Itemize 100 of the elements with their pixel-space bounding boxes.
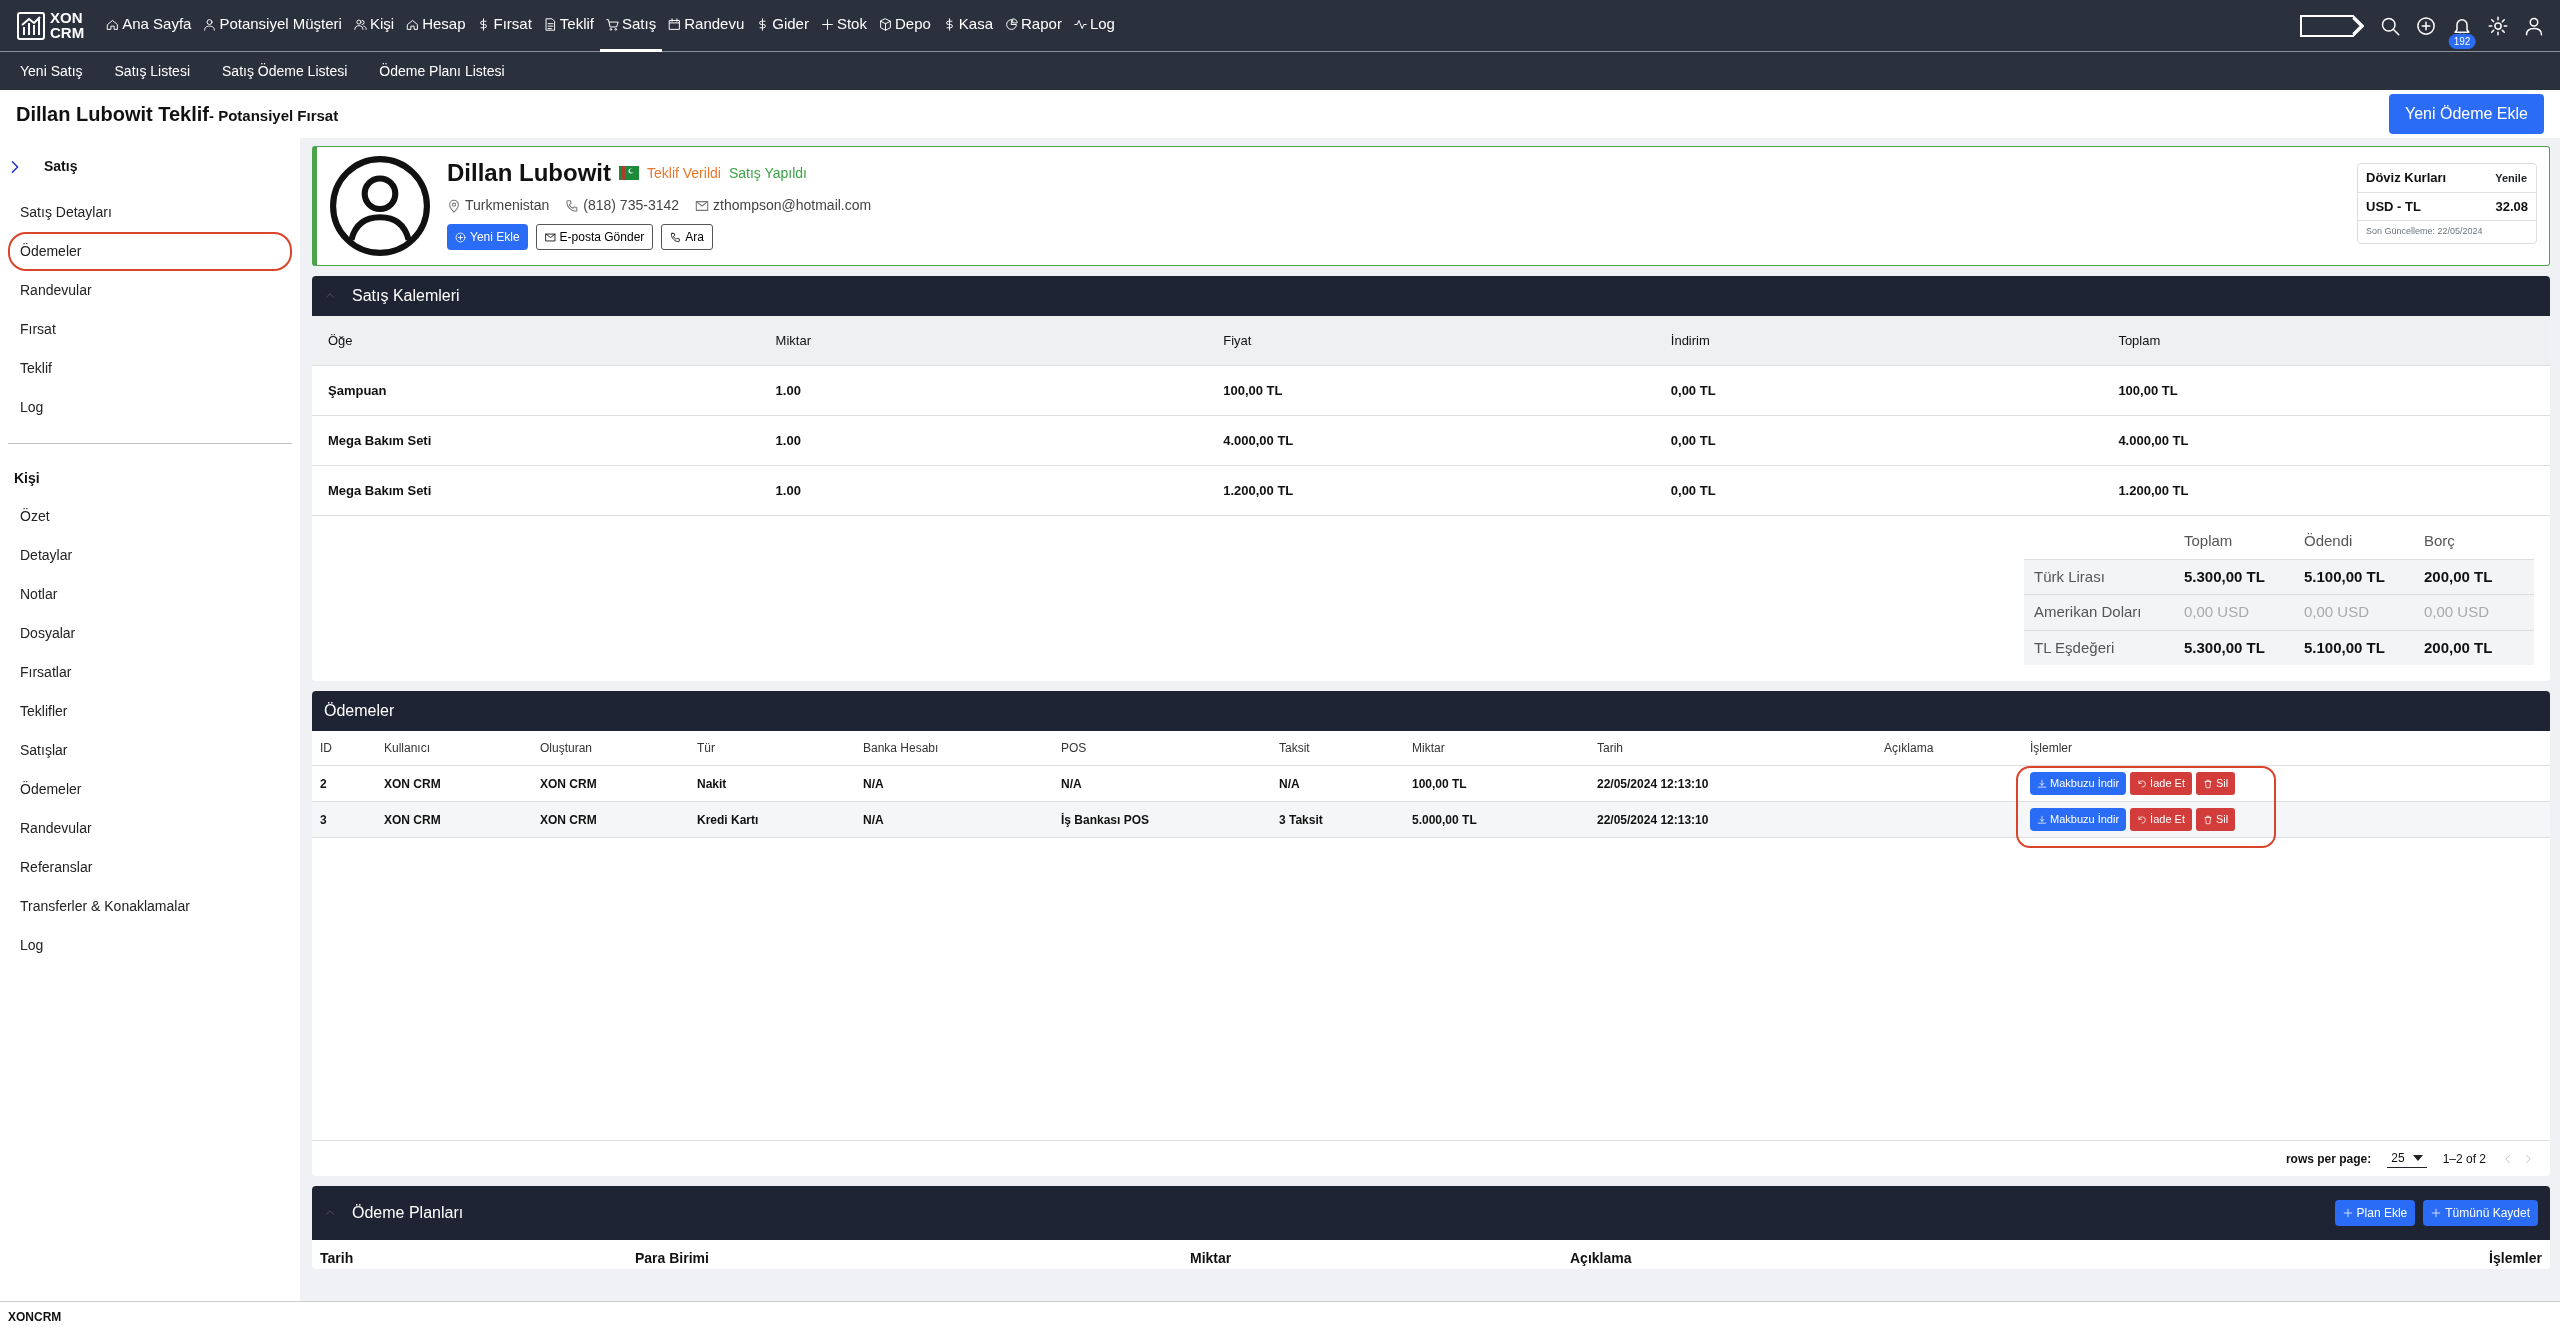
sidebar-item[interactable]: Ödemeler bbox=[8, 232, 292, 271]
phone-icon bbox=[565, 198, 580, 213]
table-cell: XON CRM bbox=[376, 765, 532, 802]
sidebar-item[interactable]: Notlar bbox=[8, 575, 292, 614]
refund-button[interactable]: İade Et bbox=[2130, 772, 2192, 795]
table-cell: Mega Bakım Seti bbox=[312, 416, 760, 466]
nav-tab[interactable]: Log bbox=[1067, 0, 1121, 52]
row-label: Amerikan Doları bbox=[2024, 594, 2174, 630]
tag-icon[interactable] bbox=[2300, 14, 2364, 37]
sidebar-item[interactable]: Teklifler bbox=[8, 692, 292, 731]
refresh-button[interactable]: Yenile bbox=[2494, 168, 2528, 187]
sidebar-item[interactable]: Özet bbox=[8, 497, 292, 536]
nav-tab[interactable]: Teklif bbox=[537, 0, 600, 52]
table-cell: 4.000,00 TL bbox=[2102, 416, 2550, 466]
call-button[interactable]: Ara bbox=[661, 224, 713, 250]
nav-tab[interactable]: Rapor bbox=[999, 0, 1068, 52]
nav-tab[interactable]: Randevu bbox=[662, 0, 751, 52]
download-icon bbox=[2037, 778, 2047, 789]
table-cell: 1.00 bbox=[759, 416, 1208, 466]
subnav-link[interactable]: Ödeme Planı Listesi bbox=[363, 60, 521, 82]
email-button[interactable]: E-posta Gönder bbox=[535, 224, 654, 250]
table-cell: 1.00 bbox=[759, 366, 1208, 416]
sidebar-item[interactable]: Log bbox=[8, 926, 292, 965]
delete-button[interactable]: Sil bbox=[2195, 772, 2236, 795]
cart-icon bbox=[606, 17, 619, 31]
nav-tab[interactable]: Stok bbox=[814, 0, 873, 52]
table-cell: 100,00 TL bbox=[1207, 366, 1655, 416]
status-label: Satış Yapıldı bbox=[728, 163, 807, 183]
column-header: Ödendi bbox=[2294, 524, 2414, 559]
cube-icon bbox=[878, 17, 892, 31]
sidebar-item[interactable]: Randevular bbox=[8, 809, 292, 848]
brand-name: XON bbox=[50, 11, 84, 26]
column-header: POS bbox=[1053, 731, 1271, 766]
undo-icon bbox=[2137, 778, 2148, 789]
caret-icon bbox=[2412, 1155, 2423, 1161]
panel-title: Satış Kalemleri bbox=[352, 286, 460, 306]
nav-tab[interactable]: Hesap bbox=[400, 0, 472, 52]
refund-button[interactable]: İade Et bbox=[2130, 808, 2192, 831]
column-header: Kullanıcı bbox=[376, 731, 532, 766]
add-icon bbox=[455, 231, 466, 243]
sidebar-item[interactable]: Log bbox=[8, 388, 292, 427]
page-size-select[interactable]: 25 bbox=[2387, 1149, 2427, 1168]
home-icon bbox=[406, 17, 420, 31]
sidebar-item[interactable]: Ödemeler bbox=[8, 770, 292, 809]
sidebar-item[interactable]: Randevular bbox=[8, 271, 292, 310]
table-cell: 22/05/2024 12:13:10 bbox=[1589, 765, 1876, 802]
column-header: Fiyat bbox=[1207, 316, 1655, 366]
page-title: Dillan Lubowit Teklif bbox=[16, 102, 209, 127]
table-cell: N/A bbox=[1053, 765, 1271, 802]
section-heading: Kişi bbox=[13, 469, 41, 488]
nav-tab[interactable]: Fırsat bbox=[471, 0, 538, 52]
pager-label: rows per page: bbox=[2285, 1150, 2372, 1168]
column-header: Miktar bbox=[759, 316, 1208, 366]
nav-tab[interactable]: Depo bbox=[872, 0, 937, 52]
sidebar-item[interactable]: Fırsatlar bbox=[8, 653, 292, 692]
sidebar-item[interactable]: Dosyalar bbox=[8, 614, 292, 653]
table-cell: 0,00 TL bbox=[1654, 416, 2103, 466]
sidebar-item[interactable]: Transferler & Konaklamalar bbox=[8, 887, 292, 926]
table-cell: 0,00 TL bbox=[1654, 366, 2103, 416]
table-cell: 5.300,00 TL bbox=[2174, 630, 2294, 665]
table-cell: 1.200,00 TL bbox=[2102, 466, 2550, 516]
column-header: Miktar bbox=[1190, 1249, 1233, 1268]
download-receipt-button[interactable]: Makbuzu İndir bbox=[2030, 772, 2127, 795]
column-header: İndirim bbox=[1654, 316, 2103, 366]
nav-tab[interactable]: Gider bbox=[750, 0, 815, 52]
subnav-link[interactable]: Satış Ödeme Listesi bbox=[206, 60, 364, 82]
add-plan-button[interactable]: Plan Ekle bbox=[2334, 1200, 2416, 1226]
nav-tab[interactable]: Kasa bbox=[936, 0, 999, 52]
save-all-button[interactable]: Tümünü Kaydet bbox=[2423, 1200, 2538, 1226]
table-cell: Nakit bbox=[689, 765, 855, 802]
person-icon bbox=[2524, 15, 2544, 36]
row-label: TL Eşdeğeri bbox=[2024, 630, 2174, 665]
country-text: Turkmenistan bbox=[465, 196, 550, 215]
table-cell: N/A bbox=[855, 801, 1053, 838]
nav-tab[interactable]: Ana Sayfa bbox=[100, 0, 198, 52]
new-payment-button[interactable]: Yeni Ödeme Ekle bbox=[2388, 94, 2544, 134]
footer-text: XONCRM bbox=[0, 1301, 2560, 1329]
table-cell: 0,00 TL bbox=[1654, 466, 2103, 516]
delete-button[interactable]: Sil bbox=[2195, 808, 2236, 831]
logo-icon bbox=[16, 10, 46, 41]
nav-tab[interactable]: Potansiyel Müşteri bbox=[197, 0, 348, 52]
last-updated-text: Son Güncelleme: 22/05/2024 bbox=[2365, 225, 2484, 238]
brand-name: CRM bbox=[50, 25, 85, 40]
download-receipt-button[interactable]: Makbuzu İndir bbox=[2030, 808, 2127, 831]
home-icon bbox=[106, 17, 120, 31]
sidebar-item[interactable]: Referanslar bbox=[8, 848, 292, 887]
column-header: Oluşturan bbox=[532, 731, 689, 766]
table-cell: Şampuan bbox=[312, 366, 760, 416]
sidebar-item[interactable]: Detaylar bbox=[8, 536, 292, 575]
sidebar-item[interactable]: Satışlar bbox=[8, 731, 292, 770]
sidebar-item[interactable]: Fırsat bbox=[8, 310, 292, 349]
subnav-link[interactable]: Satış Listesi bbox=[98, 60, 206, 82]
add-button[interactable]: Yeni Ekle bbox=[447, 224, 528, 250]
nav-tab[interactable]: Kişi bbox=[347, 0, 401, 52]
panel-title: Ödemeler bbox=[324, 701, 395, 721]
table-cell: 200,00 TL bbox=[2414, 630, 2534, 665]
sidebar-item[interactable]: Satış Detayları bbox=[8, 193, 292, 232]
sidebar-item[interactable]: Teklif bbox=[8, 349, 292, 388]
subnav-link[interactable]: Yeni Satış bbox=[4, 60, 99, 82]
column-header: Borç bbox=[2414, 524, 2534, 559]
